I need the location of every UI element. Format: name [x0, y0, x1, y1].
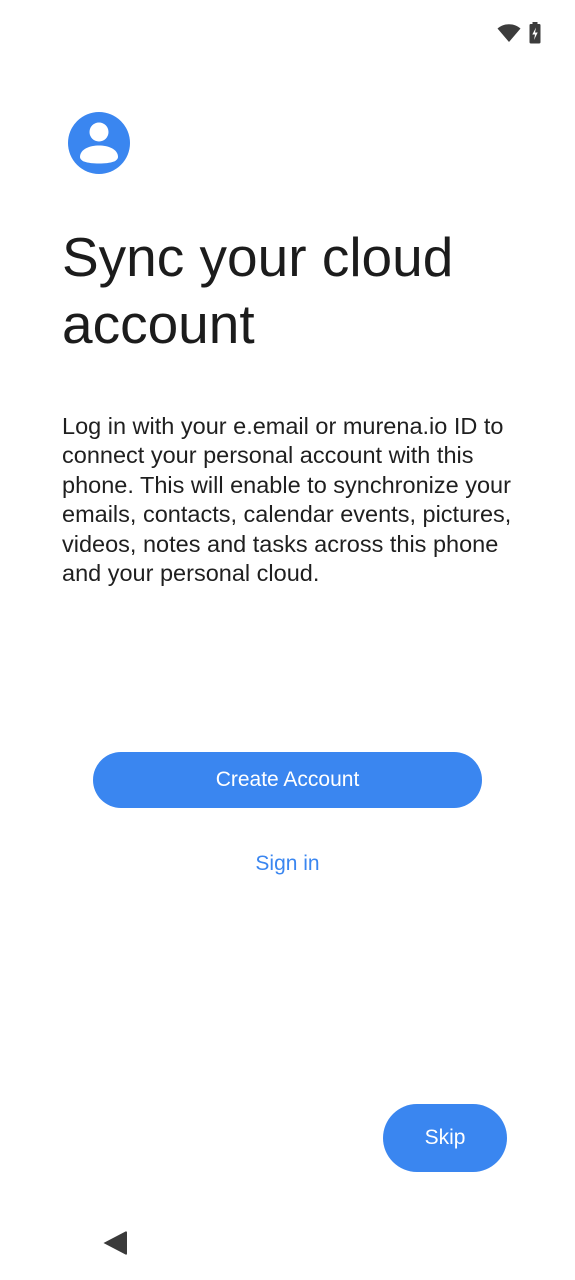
account-circle-icon — [68, 112, 130, 174]
status-bar — [497, 22, 541, 44]
skip-button[interactable]: Skip — [383, 1104, 507, 1172]
wifi-icon — [497, 23, 521, 43]
sign-in-link[interactable]: Sign in — [0, 852, 575, 876]
setup-screen: Sync your cloud account Log in with your… — [0, 0, 575, 1280]
sync-description: Log in with your e.email or murena.io ID… — [62, 413, 512, 587]
create-account-button[interactable]: Create Account — [93, 752, 482, 808]
battery-charging-icon — [529, 22, 541, 44]
page-title: Sync your cloud account — [62, 226, 454, 355]
back-triangle-icon[interactable] — [100, 1228, 130, 1258]
